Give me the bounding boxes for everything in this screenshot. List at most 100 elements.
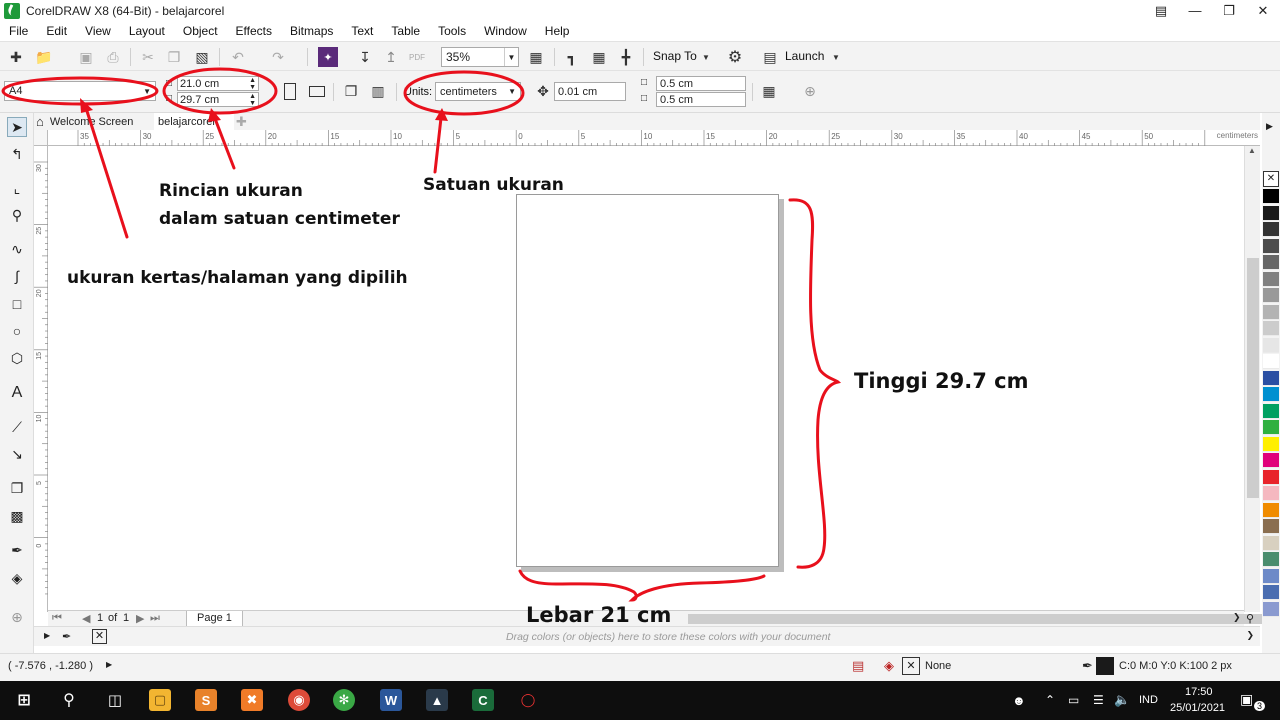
snap-to-dropdown[interactable]: Snap To: [653, 49, 697, 63]
coreldraw-taskbar-icon[interactable]: ✻: [333, 689, 355, 711]
duplicate-y-input[interactable]: 0.5 cm: [656, 92, 746, 107]
units-select[interactable]: centimeters ▼: [435, 82, 521, 101]
open-folder-icon[interactable]: 📁: [34, 47, 54, 67]
menu-text[interactable]: Text: [342, 24, 382, 38]
scroll-right-icon[interactable]: ❯: [1233, 612, 1241, 623]
menu-edit[interactable]: Edit: [37, 24, 76, 38]
add-icon[interactable]: ⊕: [800, 81, 820, 101]
vertical-ruler[interactable]: 30 25 20 15 10 5 0: [34, 146, 48, 612]
text-tool-icon[interactable]: A: [7, 383, 27, 403]
page-height-input[interactable]: 29.7 cm ▲ ▼: [177, 92, 259, 107]
show-rulers-icon[interactable]: ┓: [562, 47, 582, 67]
pick-tool-icon[interactable]: ➤: [7, 117, 27, 137]
vertical-scrollbar[interactable]: ▲: [1244, 146, 1260, 612]
height-spinner-icon[interactable]: ▲ ▼: [249, 93, 256, 107]
ruler-origin[interactable]: [34, 130, 48, 146]
volume-icon[interactable]: 🔈: [1114, 692, 1130, 708]
scroll-up-icon[interactable]: ▲: [1248, 146, 1256, 155]
color-swatch[interactable]: [1263, 519, 1279, 534]
color-swatch[interactable]: [1263, 535, 1279, 551]
menu-layout[interactable]: Layout: [120, 24, 174, 38]
show-guidelines-icon[interactable]: ╋: [616, 47, 636, 67]
menu-object[interactable]: Object: [174, 24, 227, 38]
color-swatch[interactable]: [1263, 205, 1279, 221]
zoom-tool-icon[interactable]: ⚲: [7, 205, 27, 225]
search-icon[interactable]: ⚲: [58, 689, 80, 711]
color-swatch[interactable]: [1263, 601, 1279, 617]
battery-icon[interactable]: ▭: [1068, 693, 1079, 707]
shape-tool-icon[interactable]: ↰: [7, 144, 27, 164]
outline-pen-icon[interactable]: ✒: [1082, 658, 1093, 674]
color-swatch[interactable]: [1263, 387, 1279, 402]
drop-shadow-icon[interactable]: ❐: [7, 478, 27, 498]
menu-bitmaps[interactable]: Bitmaps: [281, 24, 342, 38]
user-icon[interactable]: ▤: [1144, 0, 1178, 21]
color-swatch[interactable]: [1263, 420, 1279, 435]
prev-page-icon[interactable]: ◀: [82, 612, 90, 625]
duplicate-x-input[interactable]: 0.5 cm: [656, 76, 746, 91]
launch-dropdown[interactable]: Launch: [785, 49, 824, 63]
word-icon[interactable]: W: [380, 689, 402, 711]
tab-belajarcorel[interactable]: belajarcorel: [154, 113, 234, 130]
paper-size-select[interactable]: A4 ▼: [4, 81, 156, 101]
zoom-nav-icon[interactable]: ⚲: [1246, 612, 1254, 625]
color-swatch[interactable]: [1263, 486, 1279, 501]
interactive-fill-icon[interactable]: ◈: [7, 568, 27, 588]
landscape-icon[interactable]: [307, 81, 327, 101]
color-swatch[interactable]: [1263, 354, 1279, 369]
menu-help[interactable]: Help: [536, 24, 579, 38]
color-swatch[interactable]: [1263, 469, 1279, 485]
clock-date[interactable]: 25/01/2021: [1170, 702, 1225, 714]
import-icon[interactable]: ↧: [355, 47, 375, 67]
color-swatch[interactable]: [1263, 436, 1279, 452]
color-swatch[interactable]: [1263, 288, 1279, 303]
palette-arrow-icon[interactable]: ▶: [44, 631, 50, 640]
eyedropper-icon[interactable]: ✒: [7, 540, 27, 560]
network-icon[interactable]: ☰: [1093, 693, 1104, 707]
full-screen-icon[interactable]: ▦: [526, 47, 546, 67]
fill-bucket-icon[interactable]: ◈: [884, 658, 894, 674]
horizontal-ruler[interactable]: 35 30 25 20 15 10 5 0 5 10 15 20 25 30 35 40 45 50 centim…: [48, 130, 1260, 146]
xampp-icon[interactable]: ✖: [241, 689, 263, 711]
last-page-icon[interactable]: ⏭: [150, 612, 160, 625]
color-swatch[interactable]: [1263, 337, 1279, 353]
clock-time[interactable]: 17:50: [1185, 686, 1213, 698]
fill-none-swatch[interactable]: ✕: [902, 657, 920, 675]
options-gear-icon[interactable]: ⚙: [725, 47, 745, 67]
color-proof-icon[interactable]: ▤: [852, 658, 864, 674]
color-swatch[interactable]: [1263, 552, 1279, 567]
add-tool-icon[interactable]: ⊕: [7, 607, 27, 627]
windows-start-icon[interactable]: ⊞: [13, 689, 35, 711]
tab-welcome-screen[interactable]: ⌂ Welcome Screen: [34, 113, 154, 130]
all-pages-icon[interactable]: ❐: [341, 81, 361, 101]
menu-file[interactable]: File: [0, 24, 37, 38]
paste-icon[interactable]: ▧: [192, 47, 212, 67]
menu-view[interactable]: View: [76, 24, 120, 38]
corel-connect-icon[interactable]: ✦: [318, 47, 338, 67]
filmora-icon[interactable]: ▲: [426, 689, 448, 711]
first-page-icon[interactable]: ⏮: [52, 612, 62, 625]
parallel-dimension-icon[interactable]: ⟋: [7, 417, 27, 437]
menu-tools[interactable]: Tools: [429, 24, 475, 38]
people-icon[interactable]: ☻: [1012, 693, 1026, 708]
launch-icon[interactable]: ▤: [760, 47, 780, 67]
page-width-input[interactable]: 21.0 cm ▲ ▼: [177, 76, 259, 91]
camtasia-icon[interactable]: C: [472, 689, 494, 711]
print-icon[interactable]: ⎙: [103, 47, 123, 67]
horizontal-scroll-thumb[interactable]: [688, 614, 1273, 624]
file-explorer-icon[interactable]: ▢: [149, 689, 171, 711]
color-swatch[interactable]: [1263, 502, 1279, 518]
chevron-down-icon[interactable]: ▼: [826, 47, 846, 67]
restore-button[interactable]: ❐: [1212, 0, 1246, 21]
undo-icon[interactable]: ↶: [228, 47, 248, 67]
artistic-media-icon[interactable]: ∫: [7, 266, 27, 286]
eyedropper-icon[interactable]: ✒: [62, 630, 71, 643]
transparency-icon[interactable]: ▩: [7, 506, 27, 526]
current-page-icon[interactable]: ▥: [368, 81, 388, 101]
color-swatch[interactable]: [1263, 585, 1279, 600]
nudge-distance-input[interactable]: 0.01 cm: [554, 82, 626, 101]
close-button[interactable]: ✕: [1246, 0, 1280, 21]
redo-icon[interactable]: ↷: [268, 47, 288, 67]
menu-effects[interactable]: Effects: [227, 24, 281, 38]
color-swatch[interactable]: [1263, 255, 1279, 270]
